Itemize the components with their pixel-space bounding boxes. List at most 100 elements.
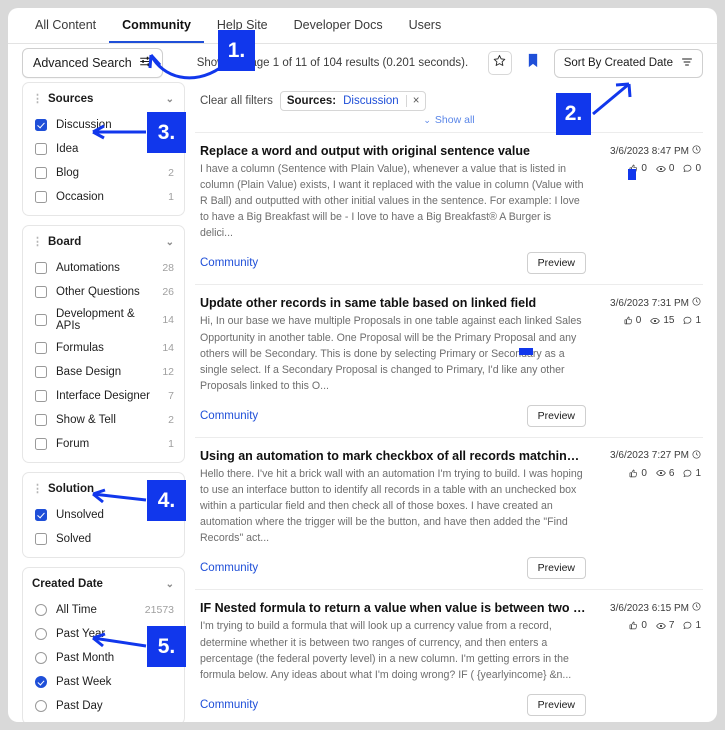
checkbox-icon[interactable] bbox=[35, 390, 47, 402]
results-summary-text: Showing page 1 of 11 of 104 results (0.2… bbox=[196, 57, 469, 69]
facet-option-show-and-tell[interactable]: Show & Tell 2 bbox=[23, 408, 184, 432]
tab-developer-docs[interactable]: Developer Docs bbox=[281, 18, 396, 43]
result-footer: Community Preview bbox=[200, 557, 586, 580]
preview-button[interactable]: Preview bbox=[526, 404, 586, 427]
views-count: 6 bbox=[668, 467, 675, 479]
radio-icon[interactable] bbox=[35, 604, 47, 616]
radio-icon[interactable] bbox=[35, 628, 47, 640]
facet-option-interface-designer[interactable]: Interface Designer 7 bbox=[23, 384, 184, 408]
save-search-star-button[interactable] bbox=[487, 51, 512, 75]
comment-icon bbox=[683, 164, 692, 173]
result-source-link[interactable]: Community bbox=[200, 699, 258, 711]
chevron-down-icon: ⌄ bbox=[165, 483, 174, 495]
sort-by-button[interactable]: Sort By Created Date bbox=[553, 48, 703, 78]
comment-icon bbox=[683, 316, 692, 325]
result-snippet: I have a column (Sentence with Plain Val… bbox=[200, 163, 584, 240]
result-date-text: 3/6/2023 7:31 PM bbox=[610, 297, 689, 309]
result-body: IF Nested formula to return a value when… bbox=[200, 601, 586, 716]
facet-option-label: Past Day bbox=[56, 700, 103, 712]
chevron-down-icon: ⌄ bbox=[165, 236, 174, 248]
facet-option-past-month[interactable]: Past Month 417 bbox=[23, 646, 184, 670]
result-footer: Community Preview bbox=[200, 252, 586, 275]
tab-help-site[interactable]: Help Site bbox=[204, 18, 281, 43]
facet-solution: ⋮ Solution ⌄ Unsolved Solved bbox=[22, 472, 185, 558]
facet-option-past-week[interactable]: Past Week bbox=[23, 670, 184, 694]
result-stats: 0 0 0 bbox=[596, 163, 701, 174]
likes-stat: 0 bbox=[624, 315, 641, 326]
facet-option-label: Solved bbox=[56, 533, 92, 545]
preview-button[interactable]: Preview bbox=[526, 252, 586, 275]
facet-option-label: Occasion bbox=[56, 191, 104, 203]
result-item[interactable]: Replace a word and output with original … bbox=[195, 132, 703, 284]
result-title[interactable]: Using an automation to mark checkbox of … bbox=[200, 449, 586, 463]
close-icon[interactable]: × bbox=[405, 95, 419, 107]
facet-option-unsolved[interactable]: Unsolved bbox=[23, 503, 184, 527]
chip-prefix: Sources: bbox=[286, 95, 337, 107]
radio-icon[interactable] bbox=[35, 676, 47, 688]
checkbox-icon[interactable] bbox=[35, 191, 47, 203]
checkbox-icon[interactable] bbox=[35, 119, 47, 131]
tab-all-content[interactable]: All Content bbox=[22, 18, 109, 43]
facet-option-all-time[interactable]: All Time 21573 bbox=[23, 598, 184, 622]
facet-option-label: Past Month bbox=[56, 652, 115, 664]
facet-option-occasion[interactable]: Occasion 1 bbox=[23, 185, 184, 209]
result-item[interactable]: IF Nested formula to return a value when… bbox=[195, 589, 703, 722]
likes-count: 0 bbox=[641, 163, 647, 174]
facet-option-forum[interactable]: Forum 1 bbox=[23, 432, 184, 456]
clock-icon bbox=[692, 145, 701, 157]
checkbox-icon[interactable] bbox=[35, 533, 47, 545]
facet-option-past-day[interactable]: Past Day bbox=[23, 694, 184, 718]
result-item[interactable]: Using an automation to mark checkbox of … bbox=[195, 436, 703, 589]
preview-button[interactable]: Preview bbox=[526, 557, 586, 580]
facet-sidebar: ⋮ Sources ⌄ Discussion Idea Blog 2 Occas… bbox=[22, 82, 185, 722]
show-all-filters-button[interactable]: ⌄ Show all bbox=[195, 111, 703, 132]
checkbox-icon[interactable] bbox=[35, 262, 47, 274]
facet-option-blog[interactable]: Blog 2 bbox=[23, 161, 184, 185]
advanced-search-button[interactable]: Advanced Search bbox=[22, 48, 163, 78]
checkbox-icon[interactable] bbox=[35, 314, 47, 326]
checkbox-icon[interactable] bbox=[35, 366, 47, 378]
checkbox-icon[interactable] bbox=[35, 167, 47, 179]
result-title[interactable]: Update other records in same table based… bbox=[200, 296, 586, 310]
result-item[interactable]: Update other records in same table based… bbox=[195, 284, 703, 436]
result-source-link[interactable]: Community bbox=[200, 562, 258, 574]
clock-icon bbox=[692, 602, 701, 614]
facet-option-solved[interactable]: Solved bbox=[23, 527, 184, 551]
radio-icon[interactable] bbox=[35, 652, 47, 664]
result-stats: 0 6 1 bbox=[596, 468, 701, 479]
checkbox-icon[interactable] bbox=[35, 286, 47, 298]
facet-option-discussion[interactable]: Discussion bbox=[23, 113, 184, 137]
active-filter-chip-sources[interactable]: Sources: Discussion × bbox=[279, 91, 427, 111]
result-source-link[interactable]: Community bbox=[200, 257, 258, 269]
facet-created-date-header[interactable]: Created Date ⌄ bbox=[23, 570, 184, 598]
facet-option-idea[interactable]: Idea bbox=[23, 137, 184, 161]
checkbox-icon[interactable] bbox=[35, 438, 47, 450]
result-title[interactable]: IF Nested formula to return a value when… bbox=[200, 601, 586, 615]
preview-button[interactable]: Preview bbox=[526, 693, 586, 716]
facet-option-count: 2 bbox=[168, 167, 174, 179]
views-stat: 15 bbox=[650, 315, 674, 326]
checkbox-icon[interactable] bbox=[35, 414, 47, 426]
facet-option-base-design[interactable]: Base Design 12 bbox=[23, 360, 184, 384]
facet-option-formulas[interactable]: Formulas 14 bbox=[23, 336, 184, 360]
facet-option-label: Automations bbox=[56, 262, 120, 274]
result-source-link[interactable]: Community bbox=[200, 410, 258, 422]
sliders-icon bbox=[139, 55, 152, 71]
facet-solution-header[interactable]: ⋮ Solution ⌄ bbox=[23, 475, 184, 503]
facet-option-automations[interactable]: Automations 28 bbox=[23, 256, 184, 280]
tab-users[interactable]: Users bbox=[396, 18, 455, 43]
facet-board-header[interactable]: ⋮ Board ⌄ bbox=[23, 228, 184, 256]
tab-community[interactable]: Community bbox=[109, 18, 204, 43]
clear-all-filters-button[interactable]: Clear all filters bbox=[200, 95, 273, 107]
facet-option-development-apis[interactable]: Development & APIs 14 bbox=[23, 304, 184, 336]
result-title[interactable]: Replace a word and output with original … bbox=[200, 144, 586, 158]
checkbox-icon[interactable] bbox=[35, 143, 47, 155]
radio-icon[interactable] bbox=[35, 700, 47, 712]
bookmark-button[interactable] bbox=[520, 51, 545, 75]
facet-option-past-year[interactable]: Past Year 4465 bbox=[23, 622, 184, 646]
checkbox-icon[interactable] bbox=[35, 509, 47, 521]
facet-option-other-questions[interactable]: Other Questions 26 bbox=[23, 280, 184, 304]
facet-sources-header[interactable]: ⋮ Sources ⌄ bbox=[23, 85, 184, 113]
facet-option-count: 1 bbox=[168, 438, 174, 450]
checkbox-icon[interactable] bbox=[35, 342, 47, 354]
